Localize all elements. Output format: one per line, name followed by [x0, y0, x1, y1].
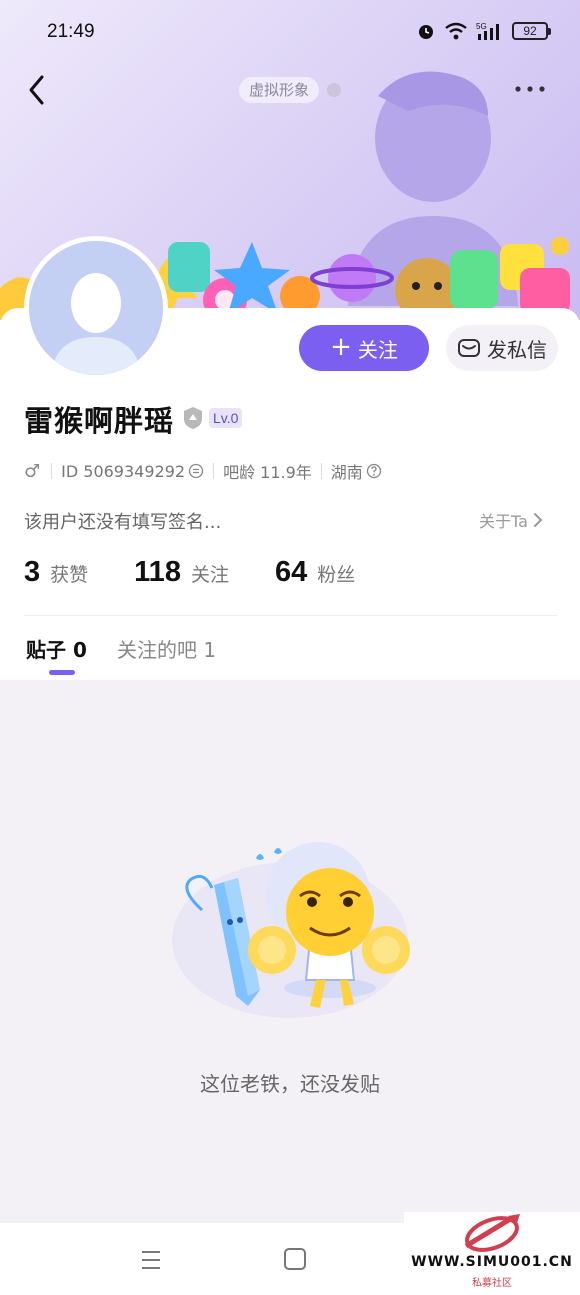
watermark-subtitle: 私募社区 — [472, 1278, 512, 1289]
copy-icon[interactable] — [188, 463, 204, 479]
help-icon[interactable] — [366, 463, 382, 479]
status-bar: 21:49 5G 92 — [0, 0, 580, 64]
empty-state-illustration — [172, 842, 410, 1018]
watermark-logo — [464, 1214, 520, 1252]
stat-label: 获赞 — [50, 564, 89, 586]
tab-posts[interactable]: 贴子 0 — [26, 634, 87, 663]
private-message-label: 发私信 — [487, 337, 547, 362]
status-time: 21:49 — [47, 21, 95, 42]
menu-icon[interactable] — [140, 1249, 162, 1271]
private-message-button[interactable]: 发私信 — [446, 325, 558, 371]
username: 雷猴啊胖瑶 — [24, 404, 175, 438]
stat-followers[interactable]: 64 粉丝 — [275, 556, 355, 589]
home-button[interactable] — [284, 1248, 306, 1270]
envelope-icon — [458, 339, 480, 357]
stat-likes[interactable]: 3 获赞 — [24, 556, 88, 589]
plus-icon: + — [330, 331, 352, 362]
divider — [213, 463, 215, 479]
default-avatar-icon — [29, 241, 163, 375]
level-badge: Lv.0 — [209, 408, 243, 428]
stat-label: 关注 — [190, 564, 229, 586]
chevron-right-icon — [533, 513, 543, 527]
stat-label: 粉丝 — [317, 564, 356, 586]
gender-male-icon: ♂ — [24, 460, 41, 482]
back-button[interactable] — [22, 70, 56, 110]
stat-value: 118 — [134, 556, 181, 588]
chip-dot-icon — [327, 83, 341, 97]
user-id: ID 5069349292 — [61, 461, 186, 481]
stats-row: 3 获赞 118 关注 64 粉丝 — [24, 556, 401, 592]
status-icons: 5G 92 — [416, 21, 551, 41]
divider — [51, 463, 53, 479]
level-shield-icon — [184, 407, 202, 429]
more-button[interactable] — [512, 84, 548, 94]
divider — [320, 463, 322, 479]
profile-meta: ♂ ID 5069349292 吧龄 11.9年 湖南 — [24, 460, 382, 482]
cellular-5g-icon: 5G — [476, 22, 499, 40]
divider — [24, 615, 558, 616]
follow-label: 关注 — [357, 337, 398, 362]
stat-value: 64 — [274, 556, 308, 588]
virtual-avatar-chip[interactable]: 虚拟形象 — [239, 77, 320, 103]
posts-content: 这位老铁，还没发贴 — [0, 680, 580, 1223]
avatar[interactable] — [24, 236, 168, 380]
location: 湖南 — [330, 463, 363, 482]
alarm-icon — [419, 25, 433, 39]
follow-button[interactable]: + 关注 — [299, 325, 429, 371]
watermark-site: WWW.SIMU001.CN — [411, 1254, 573, 1270]
signature: 该用户还没有填写签名... — [24, 512, 222, 533]
about-label: 关于Ta — [479, 512, 528, 531]
bar-age: 吧龄 11.9年 — [223, 463, 312, 482]
tab-followed-bars[interactable]: 关注的吧 1 — [117, 634, 216, 663]
empty-state-text: 这位老铁，还没发贴 — [200, 1072, 380, 1096]
about-link[interactable]: 关于Ta — [479, 508, 544, 532]
stat-following[interactable]: 118 关注 — [134, 556, 229, 589]
stat-value: 3 — [24, 556, 41, 588]
tab-active-indicator — [49, 670, 75, 675]
watermark: WWW.SIMU001.CN 私募社区 — [404, 1212, 580, 1295]
battery-indicator: 92 — [512, 22, 551, 40]
svg-text:5G: 5G — [476, 22, 487, 31]
wifi-icon — [445, 22, 467, 40]
